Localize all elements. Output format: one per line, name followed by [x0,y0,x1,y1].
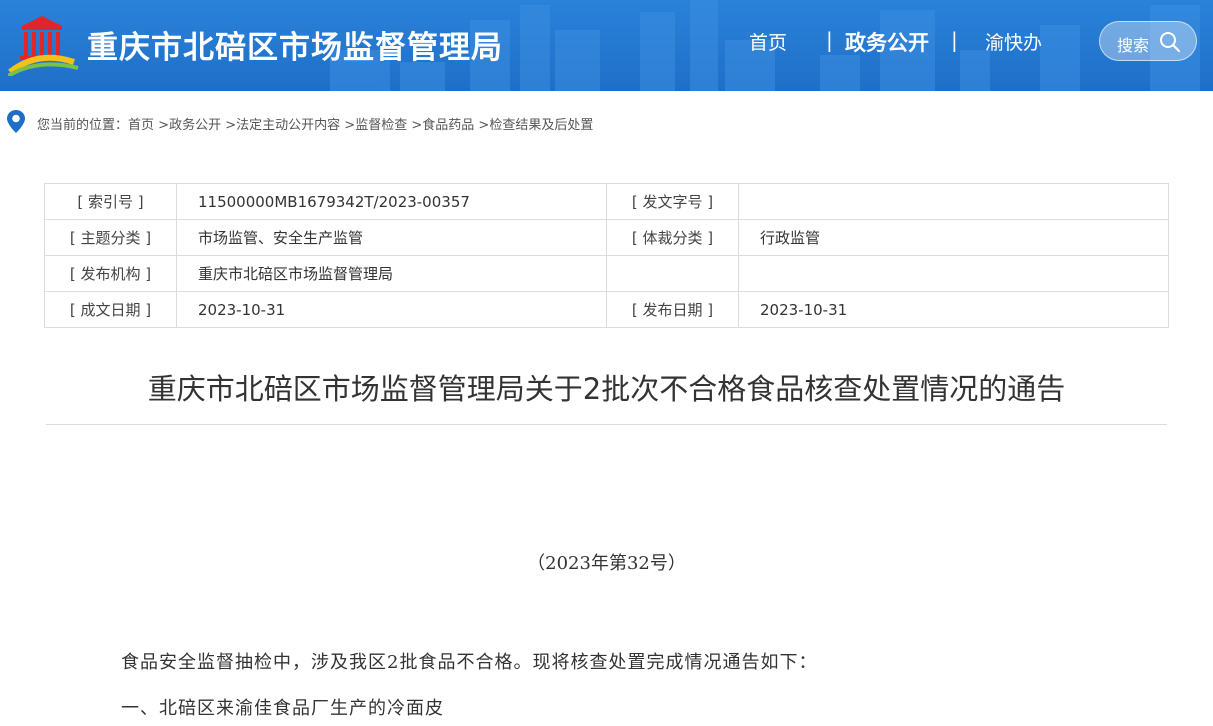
index-number-value: 11500000MB1679342T/2023-00357 [176,183,607,220]
document-metadata-table: [ 索引号 ] 11500000MB1679342T/2023-00357 [ … [44,183,1169,328]
table-row: [ 成文日期 ] 2023-10-31 [ 发布日期 ] 2023-10-31 [44,291,1169,328]
breadcrumb-item[interactable]: 政务公开 [169,118,221,133]
nav-separator: | [951,28,958,52]
doc-number-value [738,183,1169,220]
breadcrumb-item[interactable]: 监督检查 [355,118,407,133]
breadcrumb-item[interactable]: 检查结果及后处置 [489,118,593,133]
table-row: [ 主题分类 ] 市场监管、安全生产监管 [ 体裁分类 ] 行政监管 [44,219,1169,256]
empty-cell [606,255,739,292]
issuer-value: 重庆市北碚区市场监督管理局 [176,255,607,292]
empty-cell [738,255,1169,292]
breadcrumb-separator: > [158,118,170,133]
genre-value: 行政监管 [738,219,1169,256]
article-title: 重庆市北碚区市场监督管理局关于2批次不合格食品核查处置情况的通告 [147,372,1066,406]
created-date-label: [ 成文日期 ] [44,291,177,328]
search-label: 搜索 [1117,36,1150,55]
issuer-label: [ 发布机构 ] [44,255,177,292]
title-divider [46,424,1167,425]
doc-number-label: [ 发文字号 ] [606,183,739,220]
nav-separator: | [826,28,833,52]
nav-gov-affairs[interactable]: 政务公开 [845,27,929,57]
search-icon [1160,32,1181,53]
bureau-logo-icon [8,16,79,76]
site-header: 重庆市北碚区市场监督管理局 首页 | 政务公开 | 渝快办 搜索 [0,0,1213,91]
published-date-label: [ 发布日期 ] [606,291,739,328]
breadcrumb-separator: > [411,118,423,133]
breadcrumb-separator: > [344,118,356,133]
nav-home[interactable]: 首页 [749,28,787,55]
genre-label: [ 体裁分类 ] [606,219,739,256]
subject-label: [ 主题分类 ] [44,219,177,256]
article-paragraph: 一、北碚区来渝佳食品厂生产的冷面皮 [121,698,444,719]
breadcrumb-separator: > [478,118,490,133]
subject-value: 市场监管、安全生产监管 [176,219,607,256]
table-row: [ 发布机构 ] 重庆市北碚区市场监督管理局 [44,255,1169,292]
created-date-value: 2023-10-31 [176,291,607,328]
breadcrumb-item[interactable]: 首页 [128,118,154,133]
nav-yu-kuai-ban[interactable]: 渝快办 [985,28,1042,55]
document-number: （2023年第32号） [527,553,686,574]
table-row: [ 索引号 ] 11500000MB1679342T/2023-00357 [ … [44,183,1169,220]
location-pin-icon [7,110,25,133]
search-button[interactable]: 搜索 [1099,21,1197,61]
breadcrumb-item[interactable]: 食品药品 [422,118,474,133]
site-title: 重庆市北碚区市场监督管理局 [87,30,503,66]
article-paragraph: 食品安全监督抽检中，涉及我区2批食品不合格。现将核查处置完成情况通告如下： [121,652,818,673]
breadcrumb-item[interactable]: 法定主动公开内容 [236,118,340,133]
breadcrumb-prefix: 您当前的位置： [37,118,129,133]
published-date-value: 2023-10-31 [738,291,1169,328]
breadcrumb-separator: > [225,118,237,133]
breadcrumb-path: 您当前的位置：首页 >政务公开 >法定主动公开内容 >监督检查 >食品药品 >检… [37,114,593,133]
index-number-label: [ 索引号 ] [44,183,177,220]
